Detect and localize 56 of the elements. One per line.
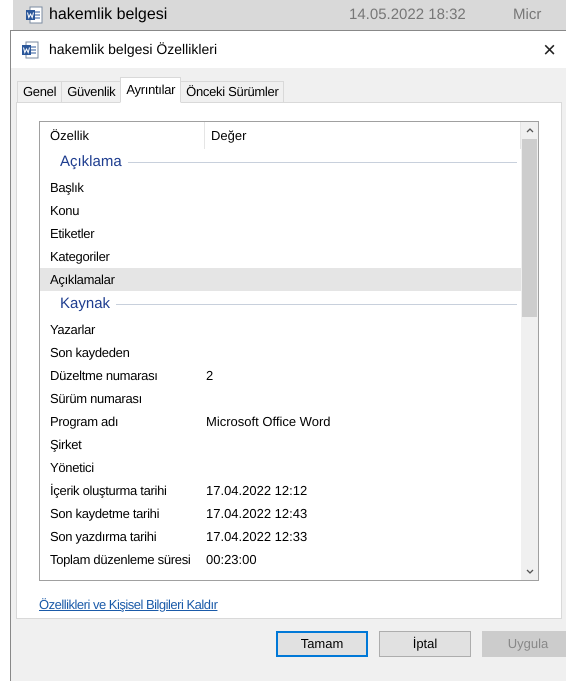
property-name: Kategoriler (49, 248, 111, 266)
property-name: Konu (49, 202, 80, 220)
column-header[interactable]: Özellik (40, 122, 205, 149)
tab[interactable]: Önceki Sürümler (180, 81, 284, 103)
property-value: Microsoft Office Word (205, 412, 330, 431)
property-name: Son kaydeden (49, 344, 131, 362)
property-name: Etiketler (49, 224, 96, 243)
property-name: Başlık (49, 178, 85, 197)
property-name: Yazarlar (49, 320, 96, 339)
property-row[interactable]: Sürüm numarası (40, 387, 521, 410)
property-value: 17.04.2022 12:33 (205, 528, 308, 546)
property-row[interactable]: Son yazdırma tarihi 17.04.2022 12:33 (40, 525, 521, 548)
property-row[interactable]: Program adı Microsoft Office Word (40, 410, 521, 433)
property-value: 00:23:00 (205, 550, 257, 569)
property-name: Toplam düzenleme süresi (49, 550, 192, 569)
property-row[interactable]: Yönetici (40, 456, 521, 479)
document-icon (25, 6, 43, 24)
property-row[interactable]: Açıklamalar (40, 268, 521, 291)
file-type: Micr (513, 4, 542, 25)
file-date: 14.05.2022 18:32 (349, 4, 467, 25)
property-name: Program adı (49, 412, 120, 431)
property-value: 17.04.2022 12:43 (205, 504, 308, 523)
tab[interactable]: Genel (17, 81, 62, 103)
dialog-button[interactable]: İptal (379, 631, 471, 657)
group-heading: Açıklama (60, 152, 122, 172)
property-row[interactable]: Konu (40, 199, 521, 222)
property-value: 17.04.2022 12:12 (205, 482, 308, 500)
tab[interactable]: Ayrıntılar (120, 77, 182, 103)
scrollbar[interactable] (521, 122, 538, 580)
property-name: Açıklamalar (49, 270, 116, 289)
remove-properties-link[interactable]: Özellikleri ve Kişisel Bilgileri Kaldır (39, 595, 218, 614)
property-row[interactable]: Şirket (40, 433, 521, 456)
property-name: Sürüm numarası (49, 390, 143, 408)
group-heading: Kaynak (60, 294, 110, 314)
property-name: Şirket (49, 436, 83, 454)
scroll-thumb[interactable] (522, 139, 537, 317)
property-row[interactable]: Son kaydetme tarihi 17.04.2022 12:43 (40, 502, 521, 525)
property-row[interactable]: Son kaydeden (40, 341, 521, 364)
property-value: 2 (205, 366, 214, 385)
property-row[interactable]: İçerik oluşturma tarihi 17.04.2022 12:12 (40, 479, 521, 502)
property-row[interactable]: Kategoriler (40, 245, 521, 268)
property-name: İçerik oluşturma tarihi (49, 482, 168, 500)
document-icon (21, 40, 39, 58)
property-name: Yönetici (49, 458, 95, 477)
property-row[interactable]: Düzeltme numarası 2 (40, 364, 521, 387)
property-row[interactable]: Etiketler (40, 222, 521, 245)
property-row[interactable]: Yazarlar (40, 318, 521, 341)
property-row[interactable]: Toplam düzenleme süresi 00:23:00 (40, 548, 521, 571)
file-name: hakemlik belgesi (49, 5, 168, 25)
property-name: Son kaydetme tarihi (49, 504, 160, 523)
property-name: Son yazdırma tarihi (49, 528, 158, 546)
property-row[interactable]: Başlık (40, 176, 521, 199)
window-title: hakemlik belgesi Özellikleri (49, 40, 218, 59)
property-name: Düzeltme numarası (49, 366, 159, 385)
close-button[interactable]: × (539, 38, 560, 60)
dialog-button[interactable]: Tamam (276, 631, 368, 657)
